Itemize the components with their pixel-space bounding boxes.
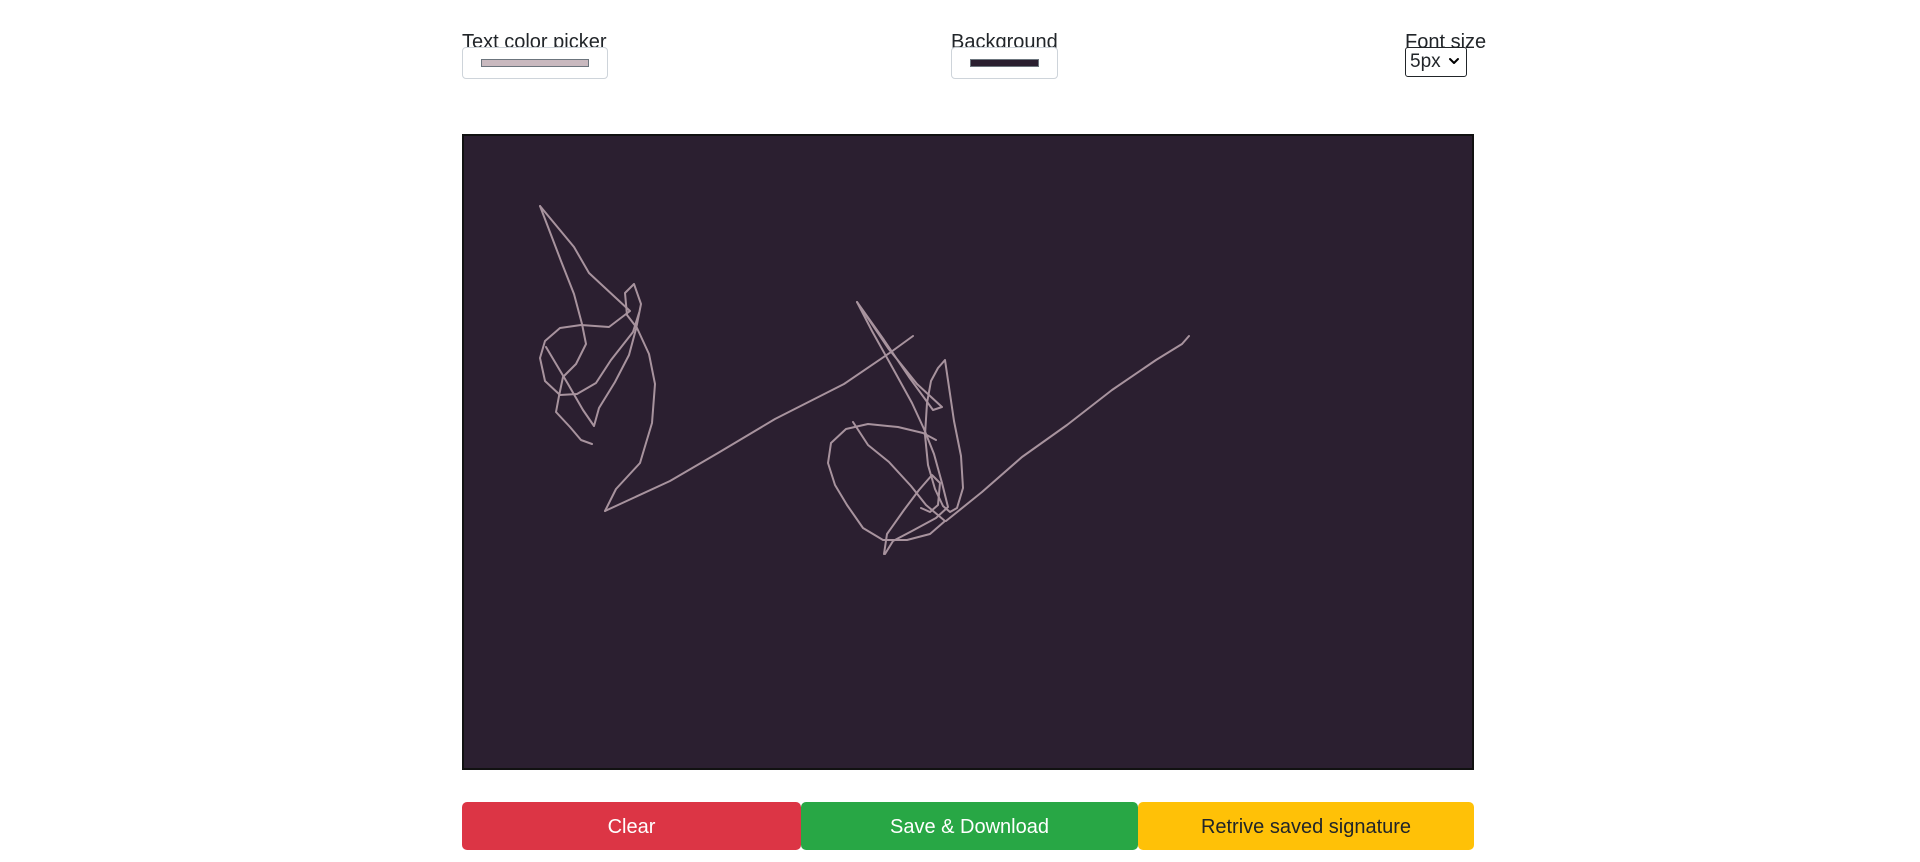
font-size-selected-value: 5px	[1410, 51, 1441, 72]
chevron-down-icon	[1449, 58, 1459, 64]
background-color-input[interactable]	[951, 47, 1058, 79]
text-color-input[interactable]	[462, 47, 608, 79]
font-size-select[interactable]: 5px	[1405, 47, 1467, 77]
signature-app: Text color picker Background Font size 5…	[462, 0, 1486, 850]
action-buttons: Clear Save & Download Retrive saved sign…	[462, 802, 1474, 850]
signature-stroke	[945, 335, 1190, 522]
signature-canvas[interactable]	[462, 134, 1474, 770]
signature-stroke	[539, 205, 640, 396]
retrieve-signature-button[interactable]: Retrive saved signature	[1138, 802, 1474, 850]
background-color-swatch	[970, 59, 1039, 67]
toolbar: Text color picker Background Font size 5…	[462, 0, 1486, 134]
save-download-button[interactable]: Save & Download	[801, 802, 1138, 850]
signature-drawing	[539, 205, 1190, 555]
text-color-swatch	[481, 59, 589, 67]
signature-stroke	[545, 283, 656, 512]
clear-button[interactable]: Clear	[462, 802, 801, 850]
